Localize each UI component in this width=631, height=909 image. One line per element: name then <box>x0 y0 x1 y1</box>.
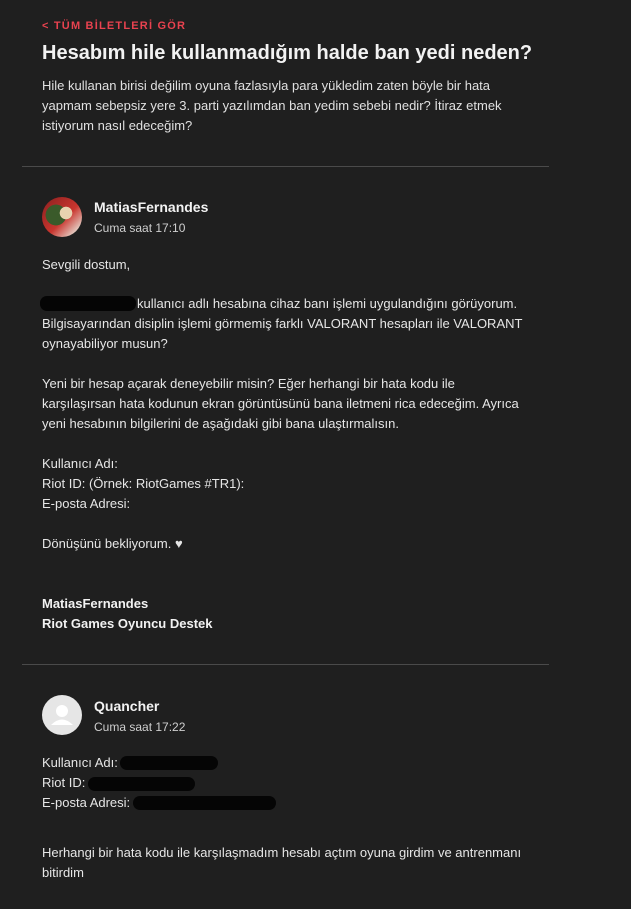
message-text: kullanıcı adlı hesabına cihaz banı işlem… <box>137 296 518 311</box>
greeting-text: Sevgili dostum, <box>42 257 131 272</box>
form-field-label: E-posta Adresi: <box>42 496 131 511</box>
message-text: Bilgisayarından disiplin işlemi görmemiş… <box>42 316 523 331</box>
signature-team: Riot Games Oyuncu Destek <box>42 616 213 631</box>
message-text: yeni hesabının bilgilerini de aşağıdaki … <box>42 416 399 431</box>
redacted-email <box>133 796 276 810</box>
form-field-label: Kullanıcı Adı: <box>42 755 118 770</box>
signature-name: MatiasFernandes <box>42 596 149 611</box>
redacted-username <box>40 296 136 311</box>
message-timestamp: Cuma saat 17:10 <box>94 221 186 235</box>
message-text: oynayabiliyor musun? <box>42 336 168 351</box>
message-author[interactable]: MatiasFernandes <box>94 199 208 215</box>
message-text: Yeni bir hesap açarak deneyebilir misin?… <box>42 376 455 391</box>
ticket-description: Hile kullanan birisi değilim oyuna fazla… <box>42 78 502 133</box>
message-text: bitirdim <box>42 865 84 880</box>
message-text: karşılaşırsan hata kodunun ekran görüntü… <box>42 396 519 411</box>
redacted-riot-id <box>88 777 195 791</box>
agent-avatar <box>42 197 82 237</box>
message-timestamp: Cuma saat 17:22 <box>94 720 186 734</box>
ticket-title: Hesabım hile kullanmadığım halde ban yed… <box>42 42 533 64</box>
divider <box>22 166 549 167</box>
redacted-username <box>120 756 218 770</box>
divider <box>22 664 549 665</box>
default-user-icon <box>42 695 82 735</box>
message-author[interactable]: Quancher <box>94 698 159 714</box>
back-to-all-tickets-link[interactable]: < TÜM BİLETLERİ GÖR <box>42 20 186 32</box>
closing-text: Dönüşünü bekliyorum. ♥ <box>42 536 183 551</box>
form-field-label: Riot ID: (Örnek: RiotGames #TR1): <box>42 476 245 491</box>
form-field-label: Kullanıcı Adı: <box>42 456 118 471</box>
message-text: Herhangi bir hata kodu ile karşılaşmadım… <box>42 845 522 860</box>
form-field-label: E-posta Adresi: <box>42 795 131 810</box>
